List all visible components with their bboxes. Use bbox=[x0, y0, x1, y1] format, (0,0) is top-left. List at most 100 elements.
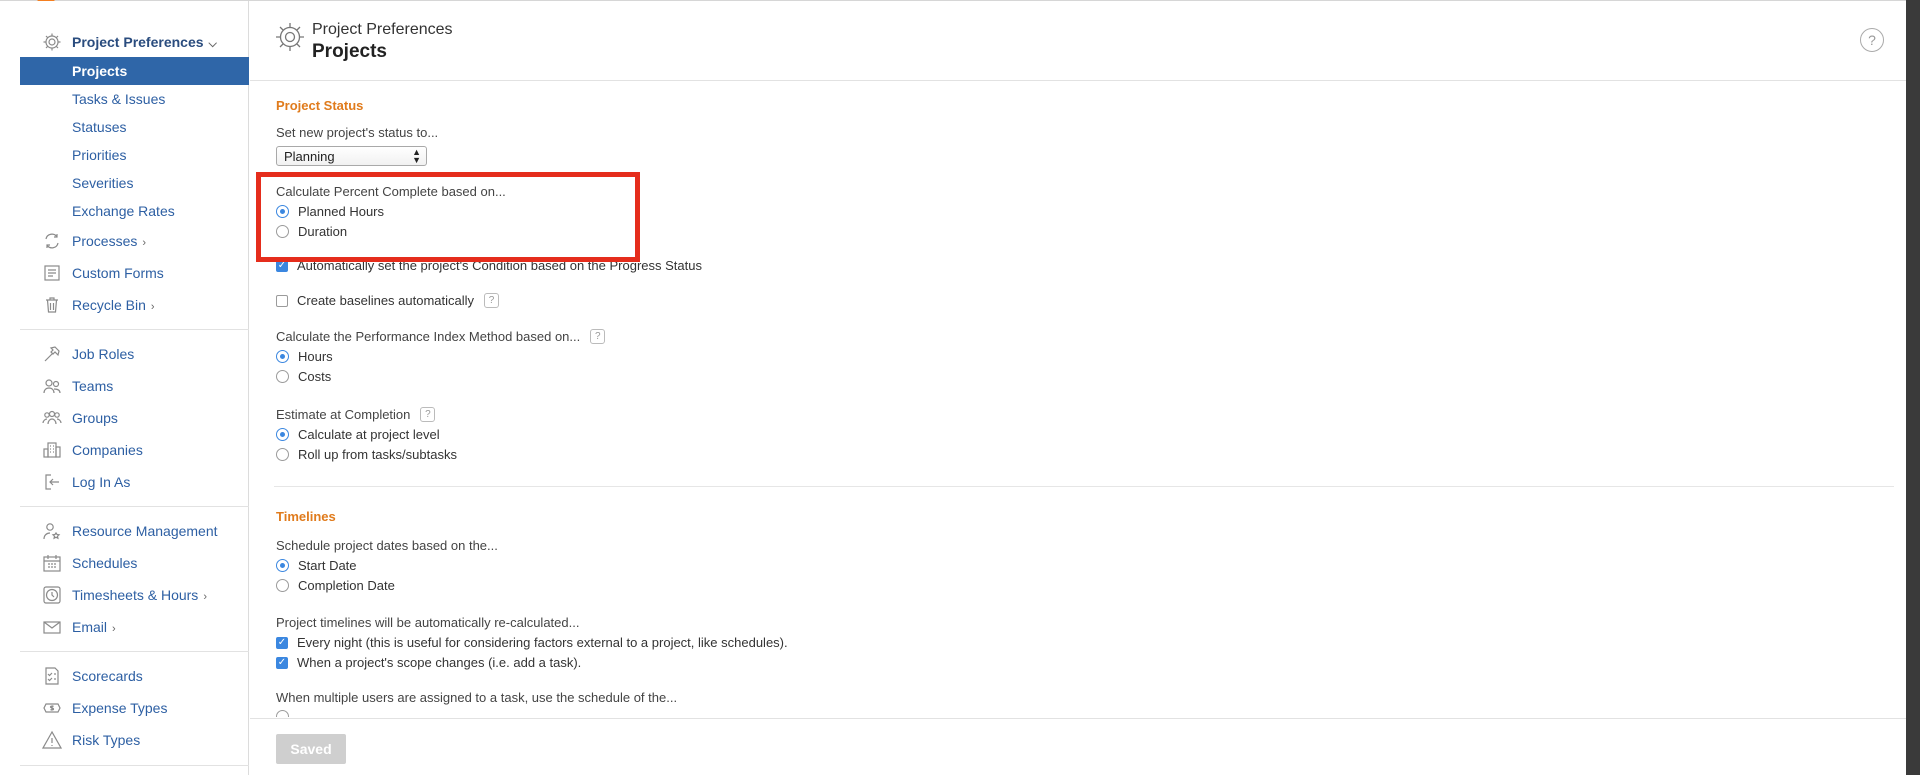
sidebar-item-exchange-rates[interactable]: Exchange Rates bbox=[20, 197, 249, 225]
radio-hours[interactable]: Hours bbox=[276, 349, 333, 364]
radio-eac-roll-up[interactable]: Roll up from tasks/subtasks bbox=[276, 447, 457, 462]
sidebar-item-projects[interactable]: Projects bbox=[20, 57, 249, 85]
help-icon[interactable]: ? bbox=[590, 329, 606, 344]
checkbox-baselines[interactable]: Create baselines automatically ? bbox=[276, 293, 500, 308]
sidebar-item-label: Exchange Rates bbox=[72, 203, 175, 219]
checkbox[interactable]: ✓ bbox=[276, 656, 288, 669]
form-footer: Saved bbox=[250, 718, 1906, 775]
sidebar-item-label: Risk Types bbox=[72, 732, 141, 748]
option-label: Roll up from tasks/subtasks bbox=[298, 447, 457, 462]
section-title-timelines: Timelines bbox=[276, 509, 336, 524]
checkbox-scope-changes[interactable]: ✓ When a project's scope changes (i.e. a… bbox=[276, 655, 581, 670]
sidebar-item-tasks-issues[interactable]: Tasks & Issues bbox=[20, 85, 249, 113]
radio-start-date[interactable]: Start Date bbox=[276, 558, 357, 573]
sidebar-item-email[interactable]: Email › bbox=[20, 613, 249, 641]
gear-icon bbox=[274, 21, 306, 53]
radio-button[interactable] bbox=[276, 225, 289, 238]
page-title: Projects bbox=[312, 41, 387, 62]
resource-icon bbox=[42, 521, 62, 541]
checkbox-every-night[interactable]: ✓ Every night (this is useful for consid… bbox=[276, 635, 788, 650]
sidebar-item-label: Project Preferences ⌵ bbox=[72, 33, 217, 50]
radio-button[interactable] bbox=[276, 710, 289, 717]
schedule-label: Schedule project dates based on the... bbox=[276, 538, 498, 553]
sidebar-item-risk-types[interactable]: Risk Types bbox=[20, 726, 249, 754]
sidebar-item-schedules[interactable]: Schedules bbox=[20, 549, 249, 577]
radio-costs[interactable]: Costs bbox=[276, 369, 331, 384]
help-icon[interactable]: ? bbox=[1860, 28, 1884, 52]
question-text: Estimate at Completion bbox=[276, 407, 411, 422]
chevron-right-icon: › bbox=[112, 623, 116, 635]
breadcrumb[interactable]: Project Preferences bbox=[312, 21, 453, 39]
radio-planned-hours[interactable]: Planned Hours bbox=[276, 204, 384, 219]
chevron-right-icon: › bbox=[142, 237, 147, 249]
sidebar-item-expense-types[interactable]: Expense Types bbox=[20, 694, 249, 722]
sidebar: Project Preferences ⌵ Projects Tasks & Is… bbox=[20, 1, 249, 775]
new-status-select[interactable]: Planning ▲ ▼ bbox=[276, 146, 427, 166]
option-label: Hours bbox=[298, 349, 333, 364]
clock-icon bbox=[42, 585, 62, 605]
sidebar-item-label: Severities bbox=[72, 175, 134, 191]
section-title-project-status: Project Status bbox=[276, 98, 364, 113]
radio-button[interactable] bbox=[276, 579, 289, 592]
new-status-label: Set new project's status to... bbox=[276, 125, 439, 140]
eac-label: Estimate at Completion ? bbox=[276, 407, 436, 422]
sidebar-item-scorecards[interactable]: Scorecards bbox=[20, 662, 249, 690]
teams-icon bbox=[42, 376, 62, 396]
option-label: Every night (this is useful for consider… bbox=[297, 635, 788, 650]
sidebar-item-recycle-bin[interactable]: Recycle Bin › bbox=[20, 291, 249, 319]
radio-button[interactable] bbox=[276, 559, 289, 572]
sidebar-item-label: Resource Management bbox=[72, 523, 218, 539]
page-header: Project Preferences Projects ? bbox=[250, 1, 1906, 81]
sidebar-item-statuses[interactable]: Statuses bbox=[20, 113, 249, 141]
money-icon bbox=[42, 698, 62, 718]
sidebar-item-timesheets-hours[interactable]: Timesheets & Hours › bbox=[20, 581, 249, 609]
sidebar-item-custom-forms[interactable]: Custom Forms bbox=[20, 259, 249, 287]
sidebar-item-project-preferences[interactable]: Project Preferences ⌵ bbox=[20, 28, 249, 56]
sidebar-item-label: Job Roles bbox=[72, 346, 135, 362]
sidebar-item-label: Timesheets & Hours › bbox=[72, 587, 207, 603]
sidebar-item-label: Custom Forms bbox=[72, 265, 164, 281]
sidebar-item-groups[interactable]: Groups bbox=[20, 404, 249, 432]
option-label: Create baselines automatically bbox=[297, 293, 475, 308]
sidebar-item-label: Email › bbox=[72, 619, 116, 635]
radio-button[interactable] bbox=[276, 350, 289, 363]
option-label: Completion Date bbox=[298, 578, 395, 593]
help-icon[interactable]: ? bbox=[484, 293, 500, 308]
checkbox[interactable] bbox=[276, 294, 288, 307]
sidebar-item-log-in-as[interactable]: Log In As bbox=[20, 468, 249, 496]
sidebar-divider bbox=[20, 329, 249, 330]
option-label: Duration bbox=[298, 224, 348, 239]
select-arrows-icon: ▲ ▼ bbox=[412, 147, 421, 165]
building-icon bbox=[42, 440, 62, 460]
option-label: Automatically set the project's Conditio… bbox=[297, 258, 702, 273]
sidebar-item-job-roles[interactable]: Job Roles bbox=[20, 340, 249, 368]
sidebar-item-priorities[interactable]: Priorities bbox=[20, 141, 249, 169]
perf-index-label: Calculate the Performance Index Method b… bbox=[276, 329, 606, 344]
radio-eac-project-level[interactable]: Calculate at project level bbox=[276, 427, 440, 442]
sidebar-item-companies[interactable]: Companies bbox=[20, 436, 249, 464]
option-label: Costs bbox=[298, 369, 332, 384]
sidebar-item-teams[interactable]: Teams bbox=[20, 372, 249, 400]
checkbox[interactable]: ✓ bbox=[276, 259, 288, 272]
radio-button[interactable] bbox=[276, 428, 289, 441]
radio-completion-date[interactable]: Completion Date bbox=[276, 578, 395, 593]
sidebar-item-processes[interactable]: Processes › bbox=[20, 227, 249, 255]
scorecard-icon bbox=[42, 666, 62, 686]
sidebar-item-severities[interactable]: Severities bbox=[20, 169, 249, 197]
radio-button[interactable] bbox=[276, 205, 289, 218]
radio-multi-user-partial[interactable] bbox=[276, 710, 298, 717]
help-icon[interactable]: ? bbox=[420, 407, 436, 422]
sidebar-item-label: Groups bbox=[72, 410, 118, 426]
multi-user-label: When multiple users are assigned to a ta… bbox=[276, 690, 678, 705]
radio-duration[interactable]: Duration bbox=[276, 224, 347, 239]
radio-button[interactable] bbox=[276, 370, 289, 383]
radio-button[interactable] bbox=[276, 448, 289, 461]
groups-icon bbox=[42, 408, 62, 428]
saved-button[interactable]: Saved bbox=[276, 734, 346, 764]
checkbox-auto-condition[interactable]: ✓ Automatically set the project's Condit… bbox=[276, 258, 702, 273]
option-label: Planned Hours bbox=[298, 204, 384, 219]
checkbox[interactable]: ✓ bbox=[276, 636, 288, 649]
option-label: When a project's scope changes (i.e. add… bbox=[297, 655, 582, 670]
window-edge bbox=[1906, 0, 1920, 775]
sidebar-item-resource-management[interactable]: Resource Management bbox=[20, 517, 249, 545]
